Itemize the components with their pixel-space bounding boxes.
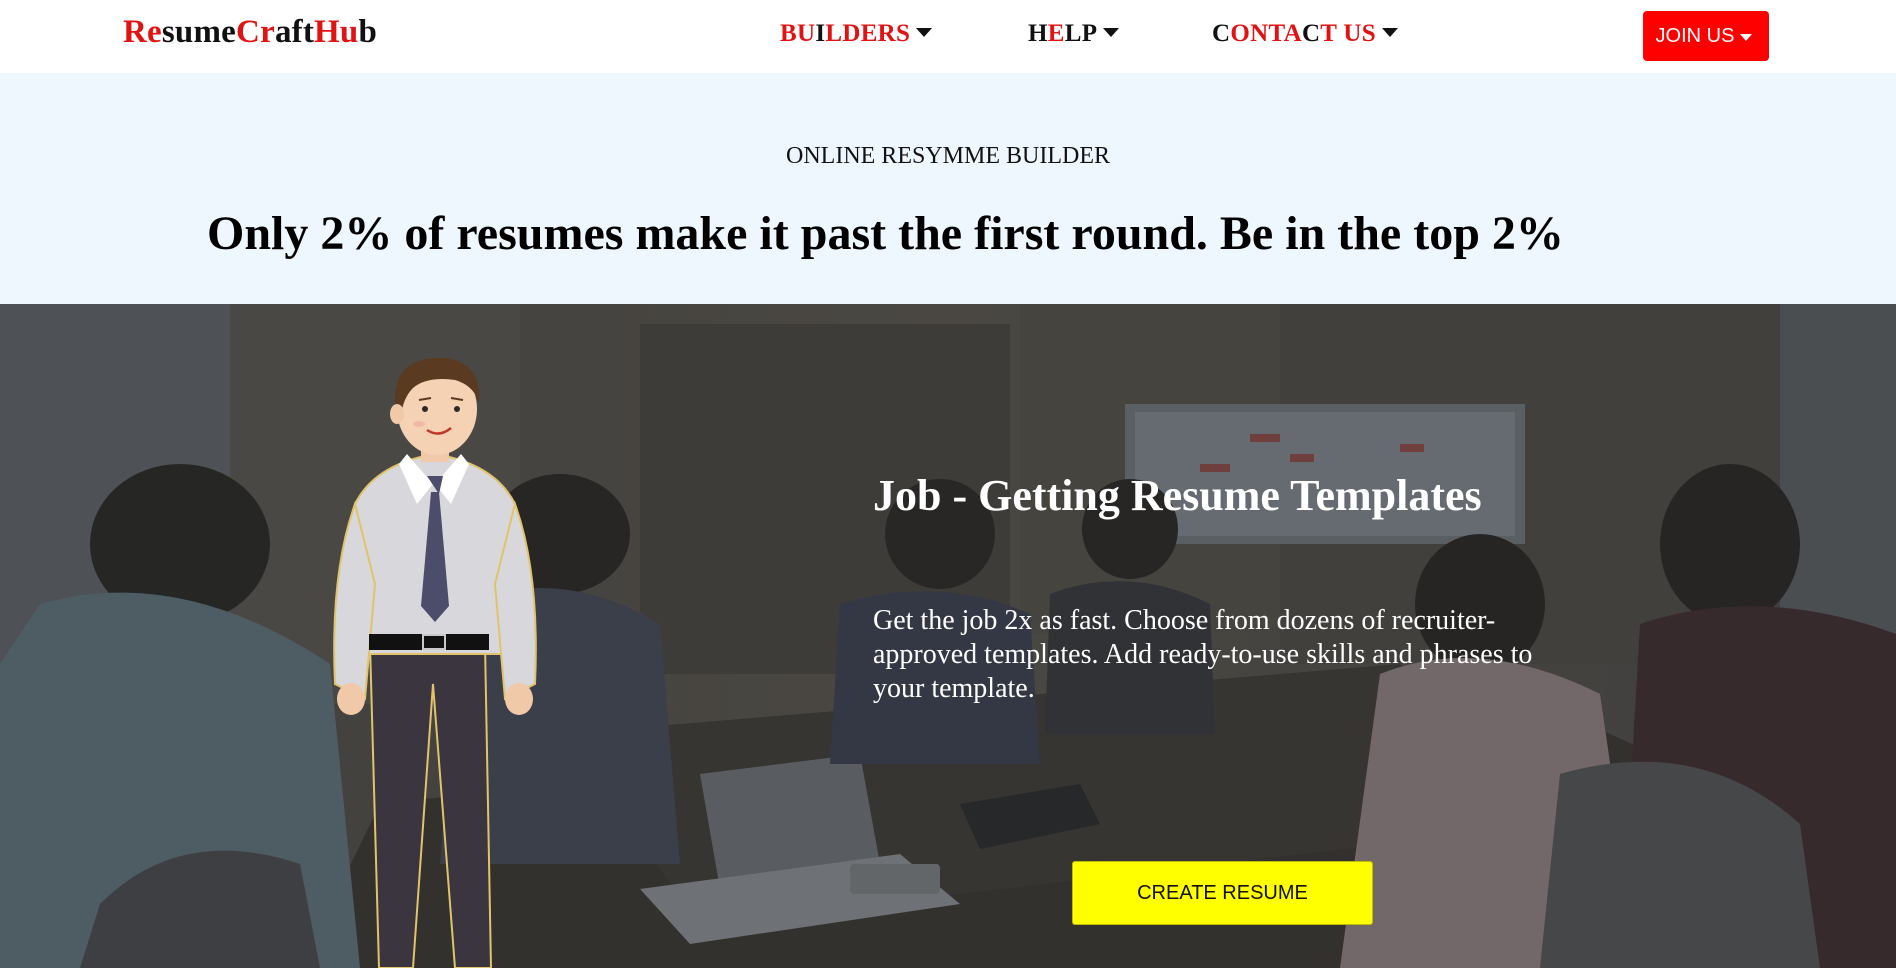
create-resume-label: CREATE RESUME (1137, 881, 1308, 904)
nav-label-part: LP (1064, 20, 1098, 47)
nav-builders[interactable]: BUILDERS (780, 20, 933, 48)
logo-part: sume (161, 14, 237, 50)
logo-part: a (274, 14, 292, 50)
nav-help[interactable]: HELP (1028, 20, 1120, 48)
banner-kicker: ONLINE RESYMME BUILDER (0, 143, 1896, 170)
join-us-button[interactable]: JOIN US (1643, 11, 1769, 61)
nav-label-part: ONTA (1230, 20, 1302, 47)
nav-label-part: T US (1320, 20, 1376, 47)
nav-label-part: H (1028, 20, 1048, 47)
caret-down-icon (1381, 28, 1398, 37)
hero-section: Job - Getting Resume Templates Get the j… (0, 304, 1896, 968)
nav-contact-us[interactable]: CONTACT US (1212, 20, 1398, 48)
logo-part: Re (123, 14, 162, 50)
businessman-illustration (333, 358, 537, 968)
caret-down-icon (1740, 34, 1753, 41)
caret-down-icon (916, 28, 933, 37)
nav-label-part: I (815, 20, 826, 47)
join-us-label: JOIN US (1655, 24, 1735, 47)
nav-label-part: BU (780, 20, 816, 47)
logo-part: Hu (314, 14, 359, 50)
logo-part: C (236, 14, 261, 50)
banner-kicker-text: ONLINE RESYMME BUILDER (786, 143, 1110, 169)
nav-label-part: LDERS (825, 20, 911, 47)
hero-description: Get the job 2x as fast. Choose from doze… (873, 605, 1533, 704)
logo-part: b (358, 14, 378, 50)
create-resume-button[interactable]: CREATE RESUME (1072, 861, 1373, 925)
site-logo[interactable]: ResumeCraftHub (123, 14, 377, 51)
logo-part: ft (291, 14, 315, 50)
site-header: ResumeCraftHub BUILDERS HELP CONTACT US … (0, 0, 1896, 73)
nav-label-part: C (1212, 20, 1231, 47)
nav-label-part: E (1047, 20, 1065, 47)
banner-headline: Only 2% of resumes make it past the firs… (207, 207, 1564, 260)
hero-banner: ONLINE RESYMME BUILDER Only 2% of resume… (0, 73, 1896, 304)
logo-part: r (260, 14, 275, 50)
hero-title: Job - Getting Resume Templates (873, 471, 1482, 520)
caret-down-icon (1103, 28, 1120, 37)
nav-label-part: C (1301, 20, 1321, 47)
